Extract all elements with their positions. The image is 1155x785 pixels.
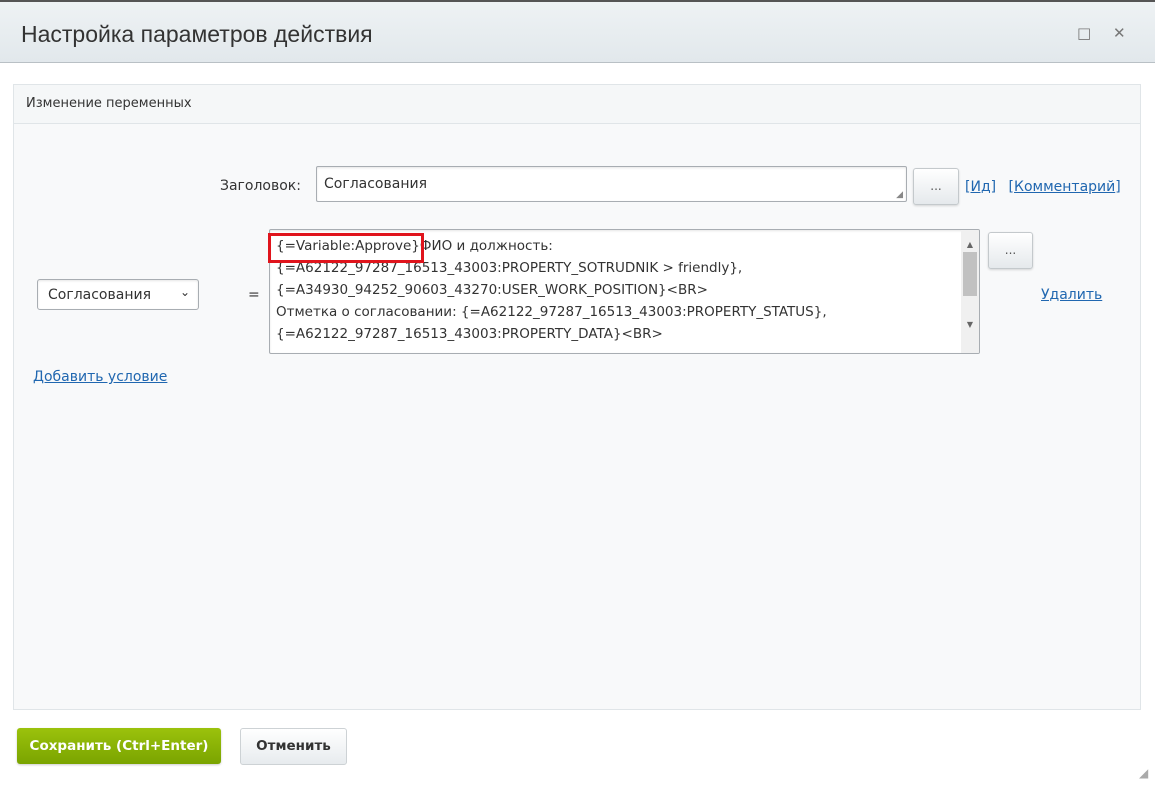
equals-sign: = xyxy=(248,287,260,303)
variable-select[interactable]: Согласования ⌄ xyxy=(37,279,199,310)
dialog-titlebar[interactable]: Настройка параметров действия □ ✕ xyxy=(0,0,1155,63)
chevron-down-icon: ⌄ xyxy=(179,285,190,299)
value-line: {=A62122_97287_16513_43003:PROPERTY_DATA… xyxy=(276,326,663,342)
dialog-resize-icon[interactable]: ◢ xyxy=(1139,766,1148,780)
id-link[interactable]: Ид xyxy=(970,179,990,195)
cancel-button[interactable]: Отменить xyxy=(240,728,347,765)
textarea-scrollbar[interactable]: ▲ ▼ xyxy=(961,230,979,353)
close-icon[interactable]: ✕ xyxy=(1113,24,1126,42)
dialog-title: Настройка параметров действия xyxy=(21,21,373,47)
resize-icon: ◢ xyxy=(896,190,903,200)
scroll-down-icon[interactable]: ▼ xyxy=(961,314,979,336)
heading-label: Заголовок: xyxy=(220,178,301,194)
heading-dots-button[interactable]: ... xyxy=(913,168,959,205)
panel-header: Изменение переменных xyxy=(14,85,1140,124)
heading-value: Согласования xyxy=(324,176,427,192)
add-condition-link[interactable]: Добавить условие xyxy=(33,369,167,385)
value-line: {=A34930_94252_90603_43270:USER_WORK_POS… xyxy=(276,282,708,298)
variable-select-value: Согласования xyxy=(48,287,151,303)
heading-input[interactable]: Согласования ◢ xyxy=(316,166,907,202)
comment-link[interactable]: Комментарий xyxy=(1014,179,1115,195)
bracket: ] xyxy=(1115,179,1121,195)
save-button[interactable]: Сохранить (Ctrl+Enter) xyxy=(17,728,221,764)
delete-link[interactable]: Удалить xyxy=(1041,287,1102,303)
highlight-box xyxy=(268,233,424,263)
maximize-icon[interactable]: □ xyxy=(1077,24,1091,42)
value-line: Отметка о согласовании: {=A62122_97287_1… xyxy=(276,304,827,320)
value-dots-button[interactable]: ... xyxy=(988,232,1033,269)
scrollbar-thumb[interactable] xyxy=(963,252,977,296)
bracket: ] xyxy=(990,179,997,195)
